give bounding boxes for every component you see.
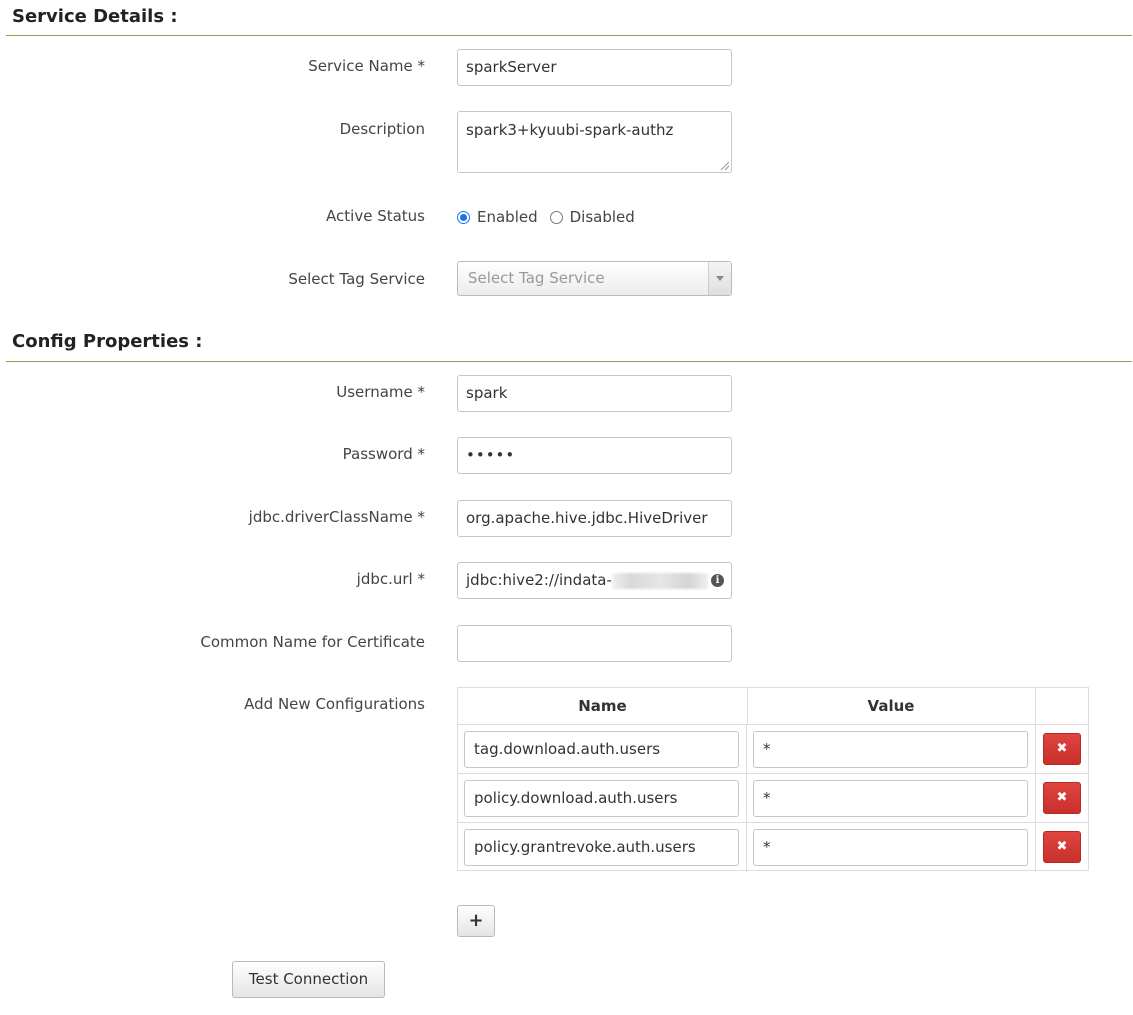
radio-disabled-input[interactable]	[549, 210, 563, 224]
config-value-input[interactable]: *	[753, 829, 1028, 866]
plus-icon: +	[468, 910, 484, 931]
radio-enabled-label: Enabled	[477, 208, 538, 226]
column-divider	[746, 823, 747, 872]
column-header-name: Name	[458, 688, 748, 724]
password-label: Password *	[342, 445, 425, 463]
active-status-label: Active Status	[326, 207, 425, 225]
active-status-radio-group: Enabled Disabled	[457, 205, 647, 229]
new-configs-label: Add New Configurations	[244, 695, 425, 713]
section-divider	[6, 361, 1132, 362]
tag-service-select[interactable]: Select Tag Service	[457, 261, 732, 296]
radio-enabled[interactable]: Enabled	[457, 208, 538, 226]
config-value-input[interactable]: *	[753, 780, 1028, 817]
info-icon[interactable]: i	[711, 574, 724, 587]
username-label: Username *	[336, 383, 425, 401]
config-value-input[interactable]: *	[753, 731, 1028, 768]
table-row: policy.download.auth.users * ✖	[458, 774, 1088, 823]
redacted-text	[611, 572, 708, 589]
description-text: spark3+kyuubi-spark-authz	[466, 121, 674, 139]
table-row: policy.grantrevoke.auth.users * ✖	[458, 823, 1088, 872]
column-header-value: Value	[747, 688, 1036, 724]
password-input[interactable]: •••••	[457, 437, 732, 474]
new-configs-table: Name Value tag.download.auth.users * ✖ p…	[457, 687, 1089, 872]
close-icon: ✖	[1056, 790, 1068, 805]
config-name-input[interactable]: policy.grantrevoke.auth.users	[464, 829, 739, 866]
username-input[interactable]: spark	[457, 375, 732, 412]
test-connection-button[interactable]: Test Connection	[232, 961, 385, 998]
config-properties-title: Config Properties :	[12, 331, 203, 352]
table-header: Name Value	[458, 688, 1088, 725]
description-label: Description	[339, 120, 425, 138]
radio-disabled-label: Disabled	[569, 208, 635, 226]
jdbc-url-input[interactable]: jdbc:hive2://indata- i	[457, 562, 732, 599]
delete-row-button[interactable]: ✖	[1043, 831, 1081, 863]
config-name-input[interactable]: tag.download.auth.users	[464, 731, 739, 768]
radio-enabled-input[interactable]	[457, 210, 470, 224]
service-details-title: Service Details :	[12, 6, 178, 27]
service-name-label: Service Name *	[308, 57, 425, 75]
config-name-input[interactable]: policy.download.auth.users	[464, 780, 739, 817]
radio-disabled[interactable]: Disabled	[549, 208, 635, 226]
column-divider	[1035, 725, 1036, 774]
delete-row-button[interactable]: ✖	[1043, 782, 1081, 814]
column-divider	[746, 725, 747, 774]
description-textarea[interactable]: spark3+kyuubi-spark-authz	[457, 111, 732, 173]
column-divider	[1035, 823, 1036, 872]
service-name-input[interactable]: sparkServer	[457, 49, 732, 86]
jdbc-driver-label: jdbc.driverClassName *	[248, 508, 425, 526]
jdbc-url-text: jdbc:hive2://indata-	[466, 571, 612, 589]
close-icon: ✖	[1056, 741, 1068, 756]
common-name-input[interactable]	[457, 625, 732, 662]
jdbc-url-label: jdbc.url *	[356, 570, 425, 588]
resize-handle[interactable]	[721, 162, 729, 170]
tag-service-label: Select Tag Service	[288, 270, 425, 288]
jdbc-driver-input[interactable]: org.apache.hive.jdbc.HiveDriver	[457, 500, 732, 537]
common-name-label: Common Name for Certificate	[200, 633, 425, 651]
table-row: tag.download.auth.users * ✖	[458, 725, 1088, 774]
delete-row-button[interactable]: ✖	[1043, 733, 1081, 765]
column-divider	[1035, 774, 1036, 823]
add-configuration-button[interactable]: +	[457, 905, 495, 937]
chevron-down-icon[interactable]	[708, 262, 731, 295]
tag-service-placeholder: Select Tag Service	[468, 269, 605, 287]
section-divider	[6, 35, 1132, 36]
close-icon: ✖	[1056, 839, 1068, 854]
column-divider	[746, 774, 747, 823]
